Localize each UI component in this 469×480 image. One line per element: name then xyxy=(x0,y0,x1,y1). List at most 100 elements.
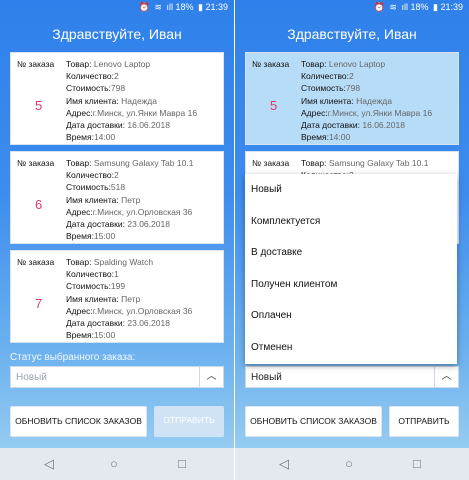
field-value: 1 xyxy=(114,269,119,280)
order-number: 5 xyxy=(35,98,43,113)
order-fields: Товар: Lenovo Laptop Количество:2 Стоимо… xyxy=(301,58,432,143)
status-option[interactable]: Оплачен xyxy=(245,300,457,332)
alarm-icon: ⏰ xyxy=(373,2,385,12)
status-option[interactable]: Комплектуется xyxy=(245,206,457,238)
field-value: г.Минск, ул.Янки Мавра 16 xyxy=(327,107,433,118)
field-value: Spalding Watch xyxy=(93,257,154,267)
order-number: 7 xyxy=(35,296,43,311)
refresh-orders-button[interactable]: ОБНОВИТЬ СПИСОК ЗАКАЗОВ xyxy=(10,406,147,437)
chevron-up-icon[interactable]: ︿ xyxy=(199,367,223,387)
field-label: Имя клиента: xyxy=(66,194,119,205)
field-value: 2 xyxy=(114,71,119,82)
field-value: 798 xyxy=(110,83,126,94)
battery-percent: 18% xyxy=(410,2,429,12)
order-fields: Товар: Samsung Galaxy Tab 10.1 Количеств… xyxy=(66,157,193,242)
signal-icon: ıll xyxy=(166,2,173,12)
field-value: Петр xyxy=(121,293,141,304)
field-label: Имя клиента: xyxy=(66,95,119,106)
status-option[interactable]: Новый xyxy=(245,174,457,206)
field-value: г.Минск, ул.Янки Мавра 16 xyxy=(92,107,198,118)
field-value: г.Минск, ул.Орловская 36 xyxy=(92,305,193,316)
back-triangle-icon[interactable]: ◁ xyxy=(44,456,54,472)
field-label: Адрес: xyxy=(301,107,328,118)
order-label: № заказа xyxy=(17,158,55,168)
field-label: Время: xyxy=(66,330,94,341)
status-dropdown: Новый Комплектуется В доставке Получен к… xyxy=(245,174,457,364)
field-value: 14:00 xyxy=(328,132,351,143)
order-card[interactable]: № заказа 6 Товар: Samsung Galaxy Tab 10.… xyxy=(10,151,224,244)
send-button[interactable]: ОТПРАВИТЬ xyxy=(389,406,459,437)
phone-screen-right: ⏰ ≋ ıll 18% ▮ 21:39 Здравствуйте, Иван №… xyxy=(235,0,469,480)
field-value: г.Минск, ул.Орловская 36 xyxy=(92,206,193,217)
send-button[interactable]: ОТПРАВИТЬ xyxy=(154,406,224,437)
field-label: Товар: xyxy=(66,158,92,168)
field-value: 2 xyxy=(114,170,119,181)
field-label: Время: xyxy=(66,132,94,143)
battery-icon: ▮ xyxy=(433,2,438,12)
order-label: № заказа xyxy=(17,257,55,267)
recent-square-icon[interactable]: □ xyxy=(413,456,421,471)
status-label: Статус выбранного заказа: xyxy=(10,352,136,363)
field-value: Samsung Galaxy Tab 10.1 xyxy=(93,158,194,168)
order-fields: Товар: Spalding Watch Количество:1 Стоим… xyxy=(66,256,192,341)
order-fields: Товар: Lenovo Laptop Количество:2 Стоимо… xyxy=(66,58,197,143)
wifi-icon: ≋ xyxy=(389,2,397,12)
field-value: Lenovo Laptop xyxy=(328,59,386,69)
status-select-value: Новый xyxy=(16,372,47,383)
field-value: Samsung Galaxy Tab 10.1 xyxy=(328,158,429,168)
field-value: 23.06.2018 xyxy=(127,318,170,329)
field-label: Имя клиента: xyxy=(301,95,354,106)
field-value: Надежда xyxy=(121,95,157,106)
clock: 21:39 xyxy=(440,2,463,12)
status-option[interactable]: Отменен xyxy=(245,332,457,364)
field-value: 199 xyxy=(110,281,126,292)
field-label: Адрес: xyxy=(66,305,93,316)
field-value: Lenovo Laptop xyxy=(93,59,151,69)
field-value: 16.06.2018 xyxy=(127,120,170,131)
field-label: Стоимость: xyxy=(66,182,111,193)
field-value: 2 xyxy=(349,71,354,82)
order-label: № заказа xyxy=(252,59,290,69)
field-label: Время: xyxy=(301,132,329,143)
status-option[interactable]: Получен клиентом xyxy=(245,269,457,301)
status-option[interactable]: В доставке xyxy=(245,237,457,269)
status-bar: ⏰ ≋ ıll 18% ▮ 21:39 xyxy=(235,0,469,14)
order-label: № заказа xyxy=(17,59,55,69)
field-label: Количество: xyxy=(301,71,350,82)
field-value: 16.06.2018 xyxy=(362,120,405,131)
battery-icon: ▮ xyxy=(198,2,203,12)
field-label: Стоимость: xyxy=(301,83,346,94)
order-card-selected[interactable]: № заказа 5 Товар: Lenovo Laptop Количест… xyxy=(245,52,459,145)
field-label: Товар: xyxy=(66,59,92,69)
refresh-orders-button[interactable]: ОБНОВИТЬ СПИСОК ЗАКАЗОВ xyxy=(245,406,382,437)
field-value: Петр xyxy=(121,194,141,205)
greeting-title: Здравствуйте, Иван xyxy=(52,26,182,42)
field-label: Товар: xyxy=(66,257,92,267)
field-value: 15:00 xyxy=(93,231,116,242)
recent-square-icon[interactable]: □ xyxy=(178,456,186,471)
field-label: Время: xyxy=(66,231,94,242)
phone-screen-left: ⏰ ≋ ıll 18% ▮ 21:39 Здравствуйте, Иван №… xyxy=(0,0,234,480)
home-circle-icon[interactable]: ○ xyxy=(110,456,118,471)
status-select[interactable]: Новый ︿ xyxy=(245,366,459,388)
field-value: Надежда xyxy=(356,95,392,106)
status-select[interactable]: Новый ︿ xyxy=(10,366,224,388)
navigation-bar: ◁ ○ □ xyxy=(235,448,469,480)
order-card[interactable]: № заказа 7 Товар: Spalding Watch Количес… xyxy=(10,250,224,343)
order-label: № заказа xyxy=(252,158,290,168)
status-bar: ⏰ ≋ ıll 18% ▮ 21:39 xyxy=(0,0,234,14)
field-value: 15:00 xyxy=(93,330,116,341)
field-label: Товар: xyxy=(301,158,327,168)
field-value: 23.06.2018 xyxy=(127,219,170,230)
field-value: 798 xyxy=(345,83,361,94)
chevron-up-icon[interactable]: ︿ xyxy=(434,367,458,387)
field-label: Количество: xyxy=(66,71,115,82)
field-label: Количество: xyxy=(66,269,115,280)
field-label: Дата доставки: xyxy=(301,120,360,131)
order-card[interactable]: № заказа 5 Товар: Lenovo Laptop Количест… xyxy=(10,52,224,145)
home-circle-icon[interactable]: ○ xyxy=(345,456,353,471)
field-label: Стоимость: xyxy=(66,281,111,292)
field-label: Товар: xyxy=(301,59,327,69)
field-value: 518 xyxy=(110,182,126,193)
back-triangle-icon[interactable]: ◁ xyxy=(279,456,289,472)
